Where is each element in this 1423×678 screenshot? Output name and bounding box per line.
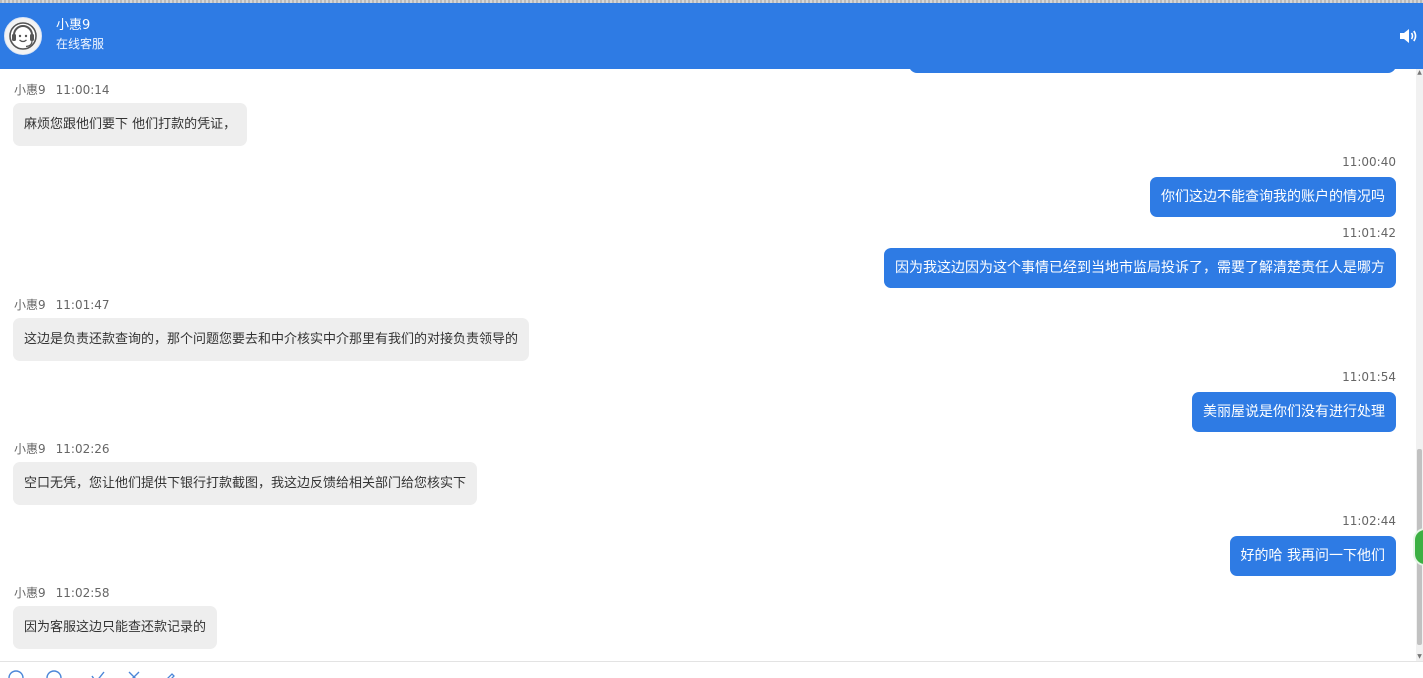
user-message-bubble: 你们这边不能查询我的账户的情况吗 [1150,177,1396,217]
message-time: 11:02:58 [55,586,110,600]
agent-message-bubble: 这边是负责还款查询的，那个问题您要去和中介核实中介那里有我们的对接负责领导的 [13,318,530,361]
scroll-up-arrow-icon[interactable]: ▲ [1416,69,1423,77]
message-time: 11:01:47 [55,298,110,312]
agent-message-bubble: 空口无凭，您让他们提供下银行打款截图，我这边反馈给相关部门给您核实下 [13,462,478,505]
agent-message-bubble: 麻烦您跟他们要下 他们打款的凭证， [13,103,248,146]
message-time: 11:00:14 [55,83,110,97]
message-sender: 小惠9 [14,298,46,312]
user-message-bubble: 美丽屋说是你们没有进行处理 [1192,392,1396,432]
agent-status: 在线客服 [56,37,105,51]
user-message-bubble: 因为我这边因为这个事情已经到当地市监局投诉了，需要了解清楚责任人是哪方 [884,248,1396,288]
message-time: 11:02:44 [1342,514,1396,528]
message-meta: 小惠9 11:00:14 [14,83,110,97]
speaker-icon[interactable] [1398,27,1418,45]
message-sender: 小惠9 [14,442,46,456]
message-time: 11:02:26 [55,442,110,456]
chat-message-list[interactable]: 小惠9 11:00:14 麻烦您跟他们要下 他们打款的凭证， 11:00:40 你… [0,69,1416,661]
message-meta: 小惠9 11:02:58 [14,586,110,600]
message-time: 11:01:54 [1342,370,1396,384]
agent-name: 小惠9 [56,18,91,33]
message-sender: 小惠9 [14,83,46,97]
chat-scrollbar[interactable]: ▲ ▼ [1416,69,1423,661]
chat-header: 小惠9 在线客服 [0,3,1423,69]
message-time: 11:00:40 [1342,155,1396,169]
message-meta: 小惠9 11:02:26 [14,442,110,456]
message-meta: 小惠9 11:01:47 [14,298,110,312]
previous-user-message-bubble [909,69,1396,73]
input-toolbar [0,661,1423,678]
floating-service-button[interactable] [1413,528,1423,566]
scroll-down-arrow-icon[interactable]: ▼ [1416,653,1423,661]
agent-message-bubble: 因为客服这边只能查还款记录的 [13,606,218,649]
agent-avatar [4,17,42,55]
message-time: 11:01:42 [1342,226,1396,240]
message-sender: 小惠9 [14,586,46,600]
user-message-bubble: 好的哈 我再问一下他们 [1229,536,1396,576]
agent-avatar-icon [9,22,37,50]
